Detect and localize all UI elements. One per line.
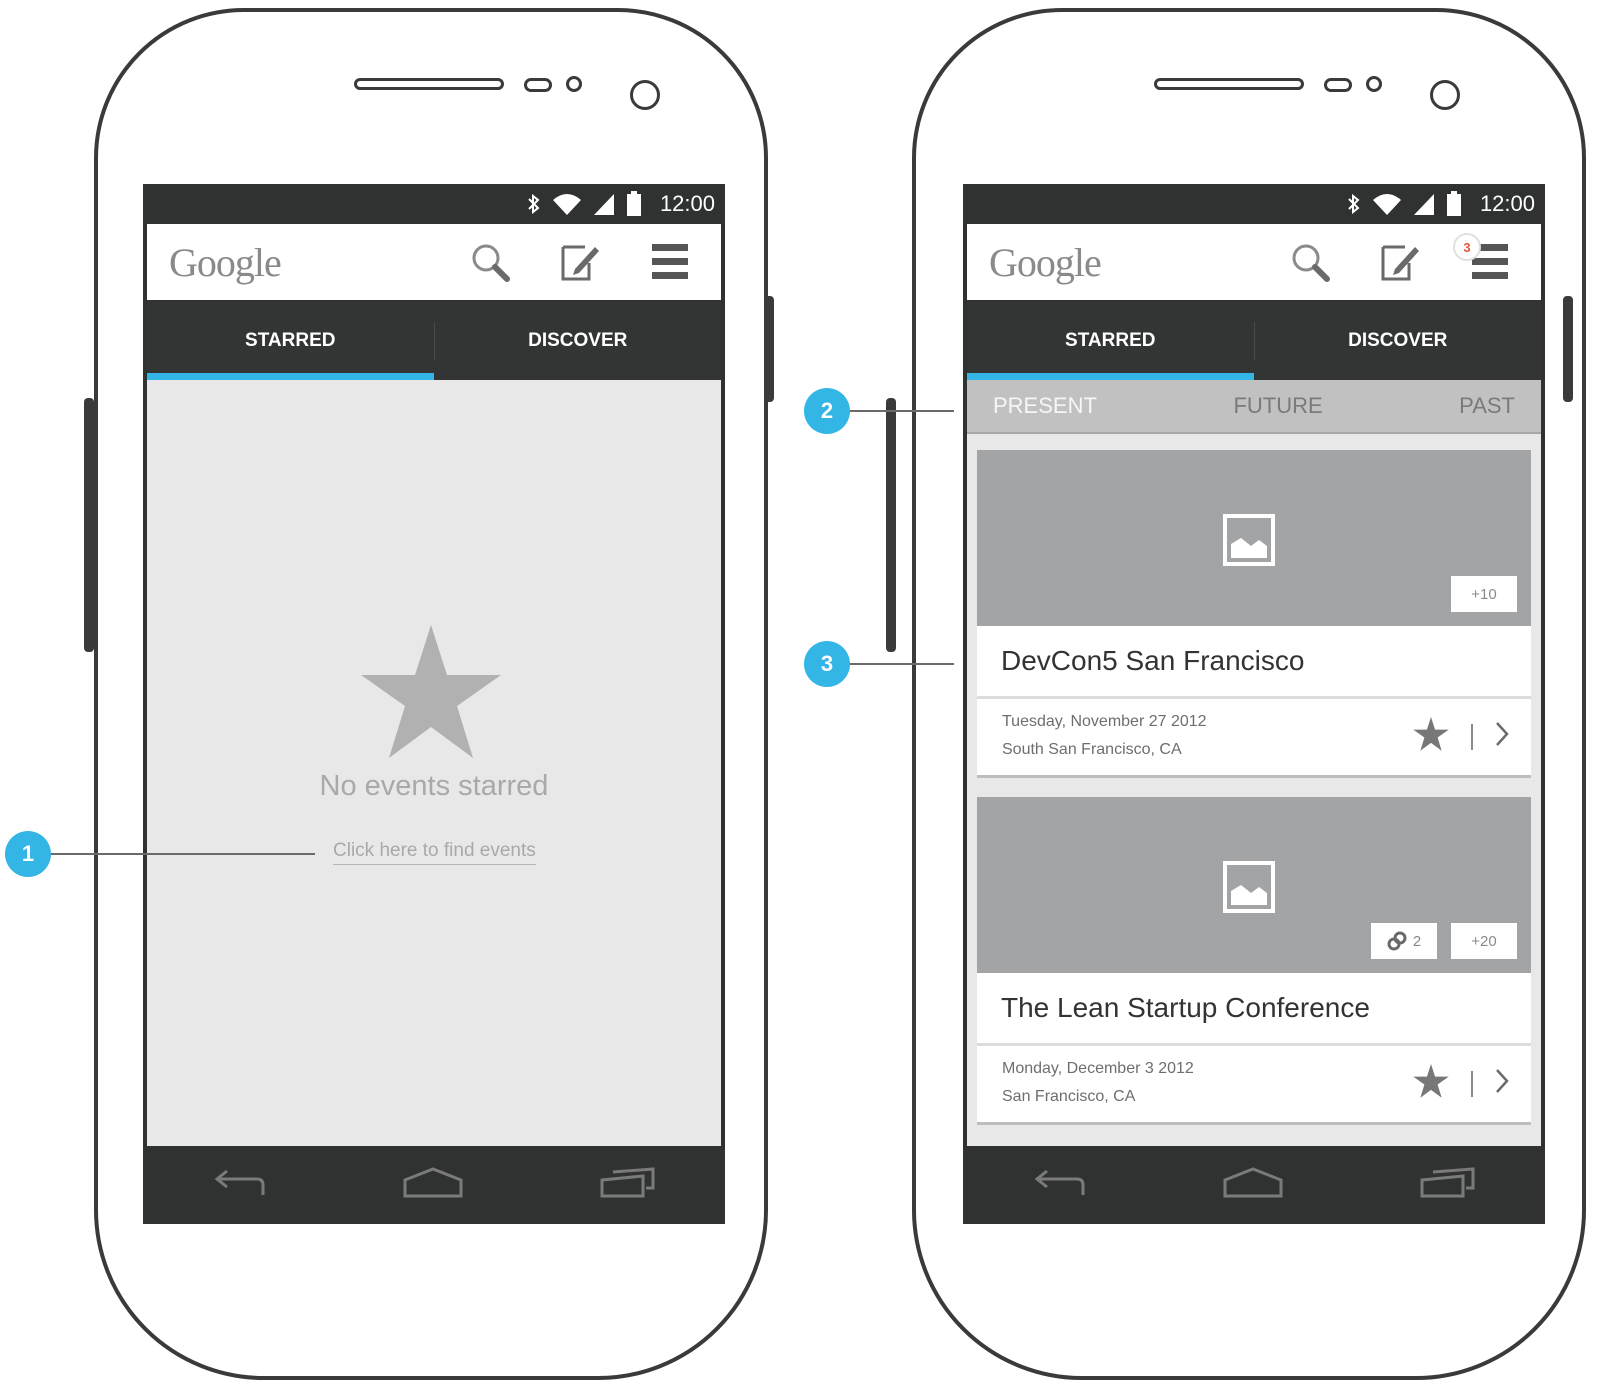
signal-icon (592, 192, 616, 216)
image-placeholder-icon (1223, 861, 1275, 918)
event-date: Tuesday, November 27 2012 (1002, 713, 1207, 730)
main-tabs: STARRED DISCOVER (147, 302, 721, 380)
event-location: South San Francisco, CA (1002, 741, 1182, 758)
event-image: 2 +20 (977, 797, 1531, 973)
status-bar: 12:00 (143, 184, 725, 224)
sensor (1324, 78, 1352, 92)
home-icon[interactable] (1222, 1166, 1284, 1205)
signal-icon (1412, 192, 1436, 216)
callout-line (51, 853, 315, 855)
link-icon (1387, 931, 1407, 951)
back-icon[interactable] (1031, 1167, 1087, 1204)
search-icon[interactable] (469, 241, 511, 283)
star-icon[interactable] (1413, 717, 1449, 756)
status-clock: 12:00 (659, 191, 715, 216)
divider (1471, 723, 1473, 750)
front-camera (1430, 80, 1460, 110)
tab-starred[interactable]: STARRED (147, 302, 434, 380)
callout-line (850, 663, 954, 665)
app-logo: Google (169, 239, 282, 285)
bluetooth-icon (1346, 192, 1362, 216)
screen-empty-state: 12:00 Google STARRED DISCOVER No events … (143, 184, 725, 1224)
menu-icon[interactable]: 3 (1453, 233, 1511, 283)
chevron-right-icon[interactable] (1495, 1068, 1509, 1099)
event-meta: Tuesday, November 27 2012 South San Fran… (977, 699, 1531, 778)
callout-marker: 1 (5, 831, 51, 877)
action-bar: Google (147, 224, 721, 300)
compose-icon[interactable] (559, 241, 601, 283)
home-icon[interactable] (402, 1166, 464, 1205)
attendees-badge[interactable]: +10 (1451, 576, 1517, 612)
event-title[interactable]: DevCon5 San Francisco (977, 626, 1531, 699)
event-date: Monday, December 3 2012 (1002, 1060, 1194, 1077)
screen-event-list: 12:00 Google 3 STARRED DISCOVER PRESENT … (963, 184, 1545, 1224)
status-bar: 12:00 (963, 184, 1545, 224)
event-title[interactable]: The Lean Startup Conference (977, 973, 1531, 1046)
time-filter-tabs: PRESENT FUTURE PAST (967, 380, 1541, 434)
subtab-present[interactable]: PRESENT (993, 393, 1097, 419)
system-nav-bar (963, 1146, 1545, 1224)
subtab-past[interactable]: PAST (1459, 393, 1515, 419)
divider (1471, 1070, 1473, 1097)
chevron-right-icon[interactable] (1495, 721, 1509, 752)
wifi-icon (552, 192, 582, 216)
battery-icon (626, 191, 642, 217)
find-events-link[interactable]: Click here to find events (333, 840, 536, 865)
power-button (764, 296, 774, 402)
tab-discover[interactable]: DISCOVER (1255, 302, 1542, 380)
notification-badge: 3 (1453, 233, 1481, 261)
recents-icon[interactable] (1419, 1166, 1477, 1205)
event-image: +10 (977, 450, 1531, 626)
volume-button (886, 398, 896, 652)
event-meta: Monday, December 3 2012 San Francisco, C… (977, 1046, 1531, 1125)
event-card[interactable]: +10 DevCon5 San Francisco Tuesday, Novem… (977, 450, 1531, 778)
attendees-badge[interactable]: +20 (1451, 923, 1517, 959)
sensor (566, 76, 582, 92)
wifi-icon (1372, 192, 1402, 216)
recents-icon[interactable] (599, 1166, 657, 1205)
power-button (1563, 296, 1573, 402)
links-badge[interactable]: 2 (1371, 923, 1437, 959)
system-nav-bar (143, 1146, 725, 1224)
back-icon[interactable] (211, 1167, 267, 1204)
status-clock: 12:00 (1479, 191, 1535, 216)
empty-state-panel: No events starred Click here to find eve… (147, 380, 721, 1146)
compose-icon[interactable] (1379, 241, 1421, 283)
sensor (524, 78, 552, 92)
empty-state-title: No events starred (319, 770, 549, 802)
event-card[interactable]: 2 +20 The Lean Startup Conference Monday… (977, 797, 1531, 1125)
callout-marker: 3 (804, 641, 850, 687)
event-list-panel: PRESENT FUTURE PAST +10 DevCon5 San Fran… (967, 380, 1541, 1146)
app-logo: Google (989, 239, 1102, 285)
link-count: 2 (1412, 932, 1422, 950)
battery-icon (1446, 191, 1462, 217)
bluetooth-icon (526, 192, 542, 216)
volume-button (84, 398, 94, 652)
main-tabs: STARRED DISCOVER (967, 302, 1541, 380)
earpiece (1154, 78, 1304, 90)
tab-discover[interactable]: DISCOVER (435, 302, 722, 380)
search-icon[interactable] (1289, 241, 1331, 283)
subtab-future[interactable]: FUTURE (1233, 393, 1322, 419)
earpiece (354, 78, 504, 90)
sensor (1366, 76, 1382, 92)
action-bar: Google 3 (967, 224, 1541, 300)
callout-line (850, 410, 954, 412)
callout-marker: 2 (804, 388, 850, 434)
menu-icon[interactable] (649, 241, 691, 283)
front-camera (630, 80, 660, 110)
star-icon (361, 625, 501, 764)
star-icon[interactable] (1413, 1064, 1449, 1103)
tab-starred[interactable]: STARRED (967, 302, 1254, 380)
event-location: San Francisco, CA (1002, 1088, 1136, 1105)
image-placeholder-icon (1223, 514, 1275, 571)
